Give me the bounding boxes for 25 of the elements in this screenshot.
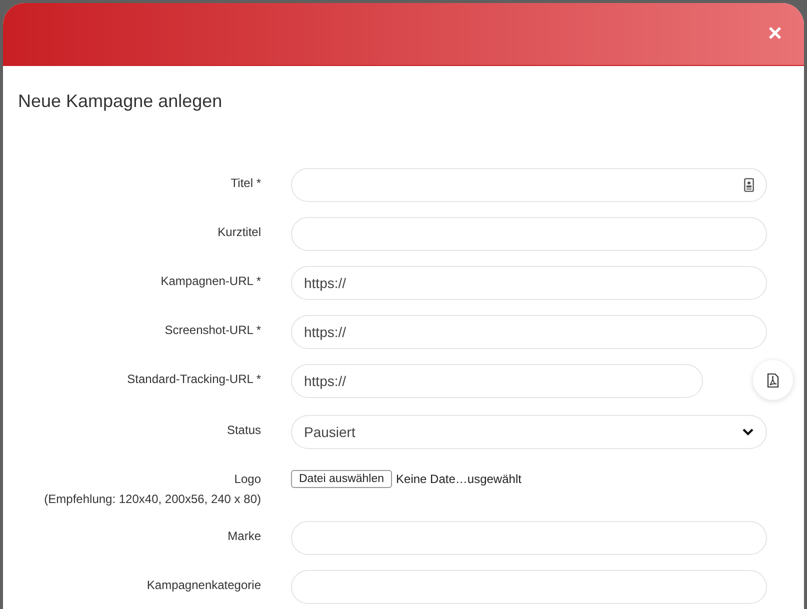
field-label: Kampagnen-URL * <box>160 274 261 288</box>
field-label: Logo <box>234 472 261 486</box>
text-field[interactable]: https:// <box>291 266 767 300</box>
field-label: Standard-Tracking-URL * <box>127 372 261 386</box>
text-field[interactable]: https:// <box>291 364 703 398</box>
field-label: Kurztitel <box>218 225 261 239</box>
file-name: Keine Date…usgewählt <box>396 472 522 486</box>
status-dropdown[interactable]: Pausiert <box>291 415 767 449</box>
field-label: Marke <box>228 529 261 543</box>
field-hint: (Empfehlung: 120x40, 200x56, 240 x 80) <box>44 492 261 506</box>
contact-card-icon <box>744 178 754 192</box>
field-label: Titel * <box>230 176 261 190</box>
pdf-button[interactable] <box>753 360 793 400</box>
dialog-title: Neue Kampagne anlegen <box>17 90 224 113</box>
choose-file-button[interactable]: Datei auswählen <box>291 470 392 488</box>
text-field[interactable] <box>291 521 767 555</box>
text-field[interactable]: https:// <box>291 315 767 349</box>
text-field[interactable] <box>291 217 767 251</box>
pdf-file-icon <box>767 372 779 388</box>
field-label: Screenshot-URL * <box>164 323 261 337</box>
chevron-down-icon <box>742 428 754 436</box>
field-label: Kampagnenkategorie <box>146 578 261 592</box>
field-label: Status <box>226 423 261 437</box>
text-field[interactable] <box>291 168 767 202</box>
text-field[interactable] <box>291 570 767 604</box>
